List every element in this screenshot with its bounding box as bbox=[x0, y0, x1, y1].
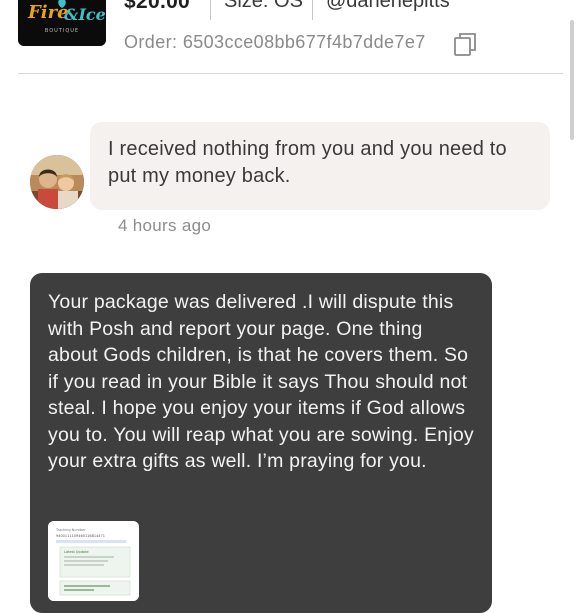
scrollbar[interactable] bbox=[570, 20, 574, 140]
header-divider bbox=[18, 73, 563, 74]
tracking-number: 9400111109460116814471 bbox=[56, 534, 105, 538]
divider bbox=[312, 0, 313, 20]
order-id: Order: 6503cce08bb677f4b7dde7e7 bbox=[124, 32, 426, 52]
svg-text:9400111109460116814471: 9400111109460116814471 bbox=[56, 534, 105, 538]
svg-text:Fire: Fire bbox=[27, 2, 69, 23]
svg-text:Tracking Number: Tracking Number bbox=[55, 528, 86, 532]
status-label: Latest Update bbox=[64, 550, 89, 554]
svg-text:BOUTIQUE: BOUTIQUE bbox=[45, 28, 79, 34]
shop-logo[interactable]: Fire &Ice BOUTIQUE bbox=[18, 0, 106, 46]
tracking-label: Tracking Number bbox=[55, 528, 86, 532]
listing-header: Fire &Ice BOUTIQUE $20.00 Size: OS @darl… bbox=[0, 0, 580, 74]
avatar[interactable] bbox=[30, 155, 84, 209]
divider bbox=[210, 0, 211, 20]
message-timestamp: 4 hours ago bbox=[118, 216, 212, 235]
image-attachment[interactable]: Tracking Number 9400111109460116814471 L… bbox=[48, 521, 139, 601]
copy-icon[interactable] bbox=[452, 31, 478, 57]
listing-price: $20.00 bbox=[124, 0, 191, 13]
buyer-username[interactable]: @darlenepitts bbox=[326, 0, 450, 13]
svg-text:Latest Update: Latest Update bbox=[64, 550, 89, 554]
incoming-message: I received nothing from you and you need… bbox=[90, 122, 550, 210]
listing-size: Size: OS bbox=[224, 0, 303, 12]
svg-text:&Ice: &Ice bbox=[64, 5, 106, 24]
